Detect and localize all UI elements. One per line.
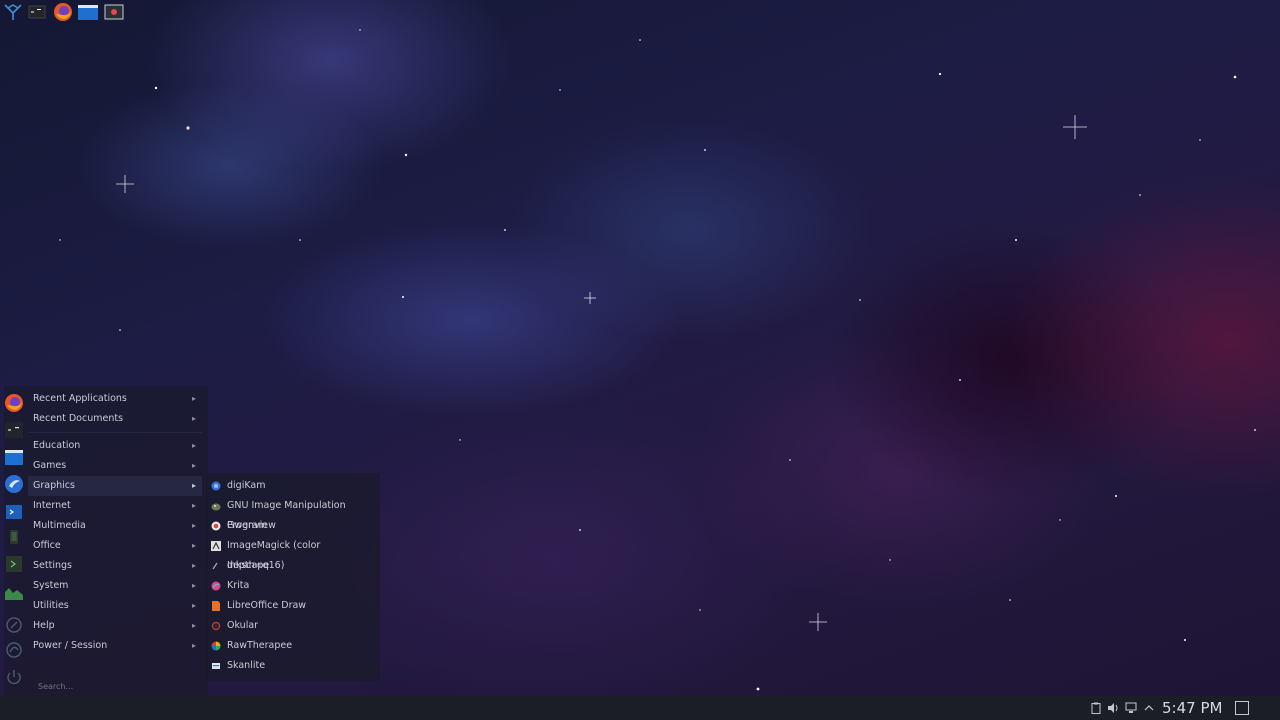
clock[interactable]: 5:47 PM bbox=[1162, 697, 1222, 719]
chevron-right-icon: ▸ bbox=[191, 621, 196, 630]
okular-icon bbox=[211, 621, 221, 631]
gimp-icon bbox=[211, 503, 221, 511]
menu-item-utilities[interactable]: Utilities ▸ bbox=[28, 596, 202, 616]
submenu-item-inkscape[interactable]: Inkscape bbox=[206, 556, 380, 576]
system-monitor-icon[interactable] bbox=[4, 582, 24, 602]
chevron-right-icon: ▸ bbox=[191, 441, 196, 450]
phone-icon[interactable] bbox=[4, 527, 24, 547]
skanlite-icon bbox=[212, 663, 220, 669]
krita-icon bbox=[211, 581, 221, 591]
rawtherapee-icon bbox=[211, 641, 221, 651]
libreoffice-draw-icon bbox=[212, 601, 220, 611]
menu-item-system[interactable]: System ▸ bbox=[28, 576, 202, 596]
chevron-right-icon: ▸ bbox=[191, 541, 196, 550]
gwenview-icon bbox=[211, 521, 221, 531]
menu-item-recent-applications[interactable]: Recent Applications ▸ bbox=[28, 389, 202, 409]
clipboard-icon[interactable] bbox=[1089, 700, 1103, 716]
terminal-icon[interactable] bbox=[4, 554, 24, 574]
menu-item-recent-documents[interactable]: Recent Documents ▸ bbox=[28, 409, 202, 429]
chevron-right-icon: ▸ bbox=[191, 601, 196, 610]
menu-item-education[interactable]: Education ▸ bbox=[28, 436, 202, 456]
menu-item-internet[interactable]: Internet ▸ bbox=[28, 496, 202, 516]
restart-icon[interactable] bbox=[4, 615, 24, 635]
network-icon[interactable] bbox=[1124, 700, 1138, 716]
terminal-icon[interactable] bbox=[4, 420, 24, 440]
restart-icon[interactable] bbox=[4, 640, 24, 660]
browser-icon[interactable] bbox=[4, 474, 24, 494]
firefox-icon[interactable] bbox=[52, 2, 74, 22]
submenu-item-skanlite[interactable]: Skanlite bbox=[206, 656, 380, 676]
menu-item-settings[interactable]: Settings ▸ bbox=[28, 556, 202, 576]
konsole-icon[interactable] bbox=[4, 502, 24, 522]
firefox-icon[interactable] bbox=[4, 393, 24, 413]
submenu-item-gwenview[interactable]: Gwenview bbox=[206, 516, 380, 536]
menu-item-office[interactable]: Office ▸ bbox=[28, 536, 202, 556]
search-input[interactable] bbox=[36, 678, 200, 694]
chevron-right-icon: ▸ bbox=[191, 501, 196, 510]
submenu-item-gimp[interactable]: GNU Image Manipulation Program bbox=[206, 496, 380, 531]
chevron-right-icon: ▸ bbox=[191, 561, 196, 570]
inkscape-icon bbox=[212, 562, 218, 570]
chevron-right-icon: ▸ bbox=[191, 581, 196, 590]
submenu-item-imagemagick[interactable]: ImageMagick (color depth=q16) bbox=[206, 536, 380, 571]
menu-item-graphics[interactable]: Graphics ▸ bbox=[28, 476, 202, 496]
expand-tray-icon[interactable] bbox=[1142, 700, 1156, 716]
show-desktop-icon[interactable] bbox=[1234, 700, 1250, 716]
taskbar bbox=[0, 696, 1280, 720]
terminal-icon[interactable] bbox=[27, 2, 47, 22]
submenu-item-digikam[interactable]: digiKam bbox=[206, 476, 380, 496]
folder-icon[interactable] bbox=[4, 447, 24, 467]
volume-icon[interactable] bbox=[1106, 700, 1120, 716]
imagemagick-icon bbox=[211, 541, 221, 551]
screenshot-icon[interactable] bbox=[103, 2, 125, 22]
menu-item-multimedia[interactable]: Multimedia ▸ bbox=[28, 516, 202, 536]
menu-separator bbox=[28, 432, 202, 433]
submenu-item-okular[interactable]: Okular bbox=[206, 616, 380, 636]
chevron-right-icon: ▸ bbox=[191, 481, 196, 490]
power-icon[interactable] bbox=[4, 667, 24, 687]
file-manager-icon[interactable] bbox=[77, 2, 99, 22]
chevron-right-icon: ▸ bbox=[191, 461, 196, 470]
chevron-right-icon: ▸ bbox=[191, 414, 196, 423]
digikam-icon bbox=[211, 481, 221, 491]
menu-item-games[interactable]: Games ▸ bbox=[28, 456, 202, 476]
submenu-item-rawtherapee[interactable]: RawTherapee bbox=[206, 636, 380, 656]
submenu-item-libreoffice-draw[interactable]: LibreOffice Draw bbox=[206, 596, 380, 616]
app-launcher-icon[interactable] bbox=[2, 2, 24, 22]
chevron-right-icon: ▸ bbox=[191, 521, 196, 530]
menu-item-power-session[interactable]: Power / Session ▸ bbox=[28, 636, 202, 656]
chevron-right-icon: ▸ bbox=[191, 394, 196, 403]
submenu-item-krita[interactable]: Krita bbox=[206, 576, 380, 596]
chevron-right-icon: ▸ bbox=[191, 641, 196, 650]
menu-item-help[interactable]: Help ▸ bbox=[28, 616, 202, 636]
